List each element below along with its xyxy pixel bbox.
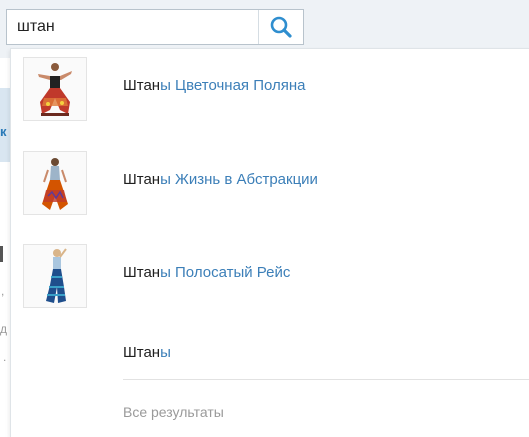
pants-photo-icon [38,63,72,116]
suggestion-match: Штан [123,264,161,281]
suggestion-item[interactable]: Штаны Цветочная Поляна [11,57,529,127]
pants-photo-icon [42,158,68,210]
all-results-link[interactable]: Все результаты [123,404,224,420]
suggestion-item[interactable]: Штаны Полосатый Рейс [11,244,529,314]
product-thumbnail [23,57,87,121]
suggestion-rest: ы [160,344,171,361]
search-suggestions-dropdown: Штаны Цветочная Поляна Штаны Жизнь в Абс… [10,48,529,437]
suggestion-rest: ы Жизнь в Абстракции [160,171,318,188]
suggestion-label: Штаны [123,344,171,361]
pants-photo-icon [46,248,67,303]
suggestion-rest: ы Полосатый Рейс [160,264,291,281]
background-text-fragment: . [3,350,7,364]
search-icon [270,16,292,38]
suggestion-label: Штаны Цветочная Поляна [123,77,306,94]
suggestion-label: Штаны Жизнь в Абстракции [123,171,318,188]
suggestion-item[interactable]: Штаны [11,334,529,370]
background-text-fragment: к [0,124,7,139]
background-content: к , д . [0,58,10,436]
background-bar [0,246,3,262]
search-button[interactable] [258,10,303,44]
suggestion-match: Штан [123,171,161,188]
suggestion-label: Штаны Полосатый Рейс [123,264,290,281]
product-thumbnail [23,151,87,215]
suggestion-match: Штан [123,344,161,361]
suggestion-rest: ы Цветочная Поляна [160,77,306,94]
background-text-fragment: д [0,322,8,336]
search-input[interactable] [17,18,247,36]
background-text-fragment: , [1,284,5,298]
search-box [6,9,304,45]
suggestion-item[interactable]: Штаны Жизнь в Абстракции [11,151,529,221]
suggestion-match: Штан [123,77,161,94]
product-thumbnail [23,244,87,308]
divider [123,379,529,380]
